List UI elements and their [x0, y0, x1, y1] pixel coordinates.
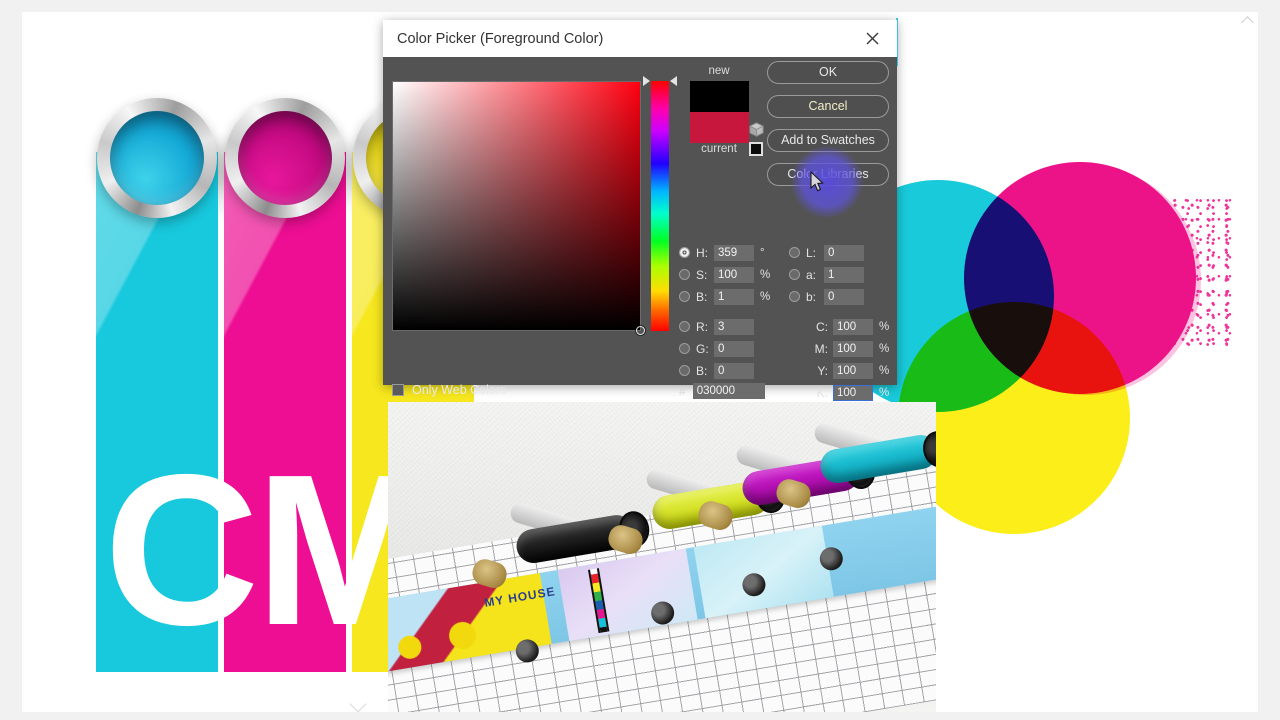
hue-slider[interactable] [643, 76, 677, 331]
swatch-current[interactable] [689, 112, 749, 143]
field-row-k: K: % [795, 383, 889, 402]
hex-symbol-icon: # [679, 384, 686, 398]
field-row-a: a: [789, 265, 864, 284]
unit-c: % [879, 320, 890, 333]
input-s[interactable] [714, 266, 754, 283]
only-web-colors-checkbox[interactable] [392, 384, 404, 396]
hue-gradient[interactable] [651, 81, 669, 331]
saturation-brightness-field[interactable] [392, 81, 645, 335]
radio-g[interactable] [679, 343, 690, 354]
scroll-indicator-icon [1241, 16, 1254, 29]
input-a[interactable] [824, 266, 864, 283]
dialog-actions: OK Cancel Add to Swatches Color Librarie… [767, 61, 889, 197]
label-b-brightness: B: [696, 289, 708, 304]
field-row-g: G: [679, 339, 754, 358]
color-cube-icon [748, 122, 765, 137]
screen-root: CM MY HOUSE Color Picker (Foreground Col… [0, 0, 1280, 720]
color-preview-swatches: new current [683, 65, 765, 159]
unit-m: % [879, 342, 890, 355]
input-h[interactable] [714, 244, 754, 261]
label-b-blue: B: [696, 363, 708, 378]
radio-a[interactable] [789, 269, 800, 280]
add-to-swatches-button[interactable]: Add to Swatches [767, 129, 889, 152]
radio-l[interactable] [789, 247, 800, 258]
radio-b-blue[interactable] [679, 365, 690, 376]
input-b-brightness[interactable] [714, 288, 754, 305]
radio-r[interactable] [679, 321, 690, 332]
input-l[interactable] [824, 244, 864, 261]
paint-can-magenta [225, 98, 345, 218]
cmyk-headline-text: CM [104, 429, 434, 670]
color-libraries-button[interactable]: Color Libraries [767, 163, 889, 186]
label-m: M: [814, 341, 828, 356]
label-k: K: [816, 385, 828, 400]
input-b-blue[interactable] [714, 362, 754, 379]
label-b-lab: b: [806, 289, 817, 304]
unit-s: % [760, 268, 771, 281]
field-row-l: L: [789, 243, 864, 262]
swatch-current-label: current [701, 143, 737, 155]
input-b-lab[interactable] [824, 288, 864, 305]
paint-can-cyan [97, 98, 217, 218]
dialog-body: new current OK Cancel Add to Swatches Co… [383, 57, 897, 401]
printing-press-photo: MY HOUSE [388, 402, 936, 712]
field-row-b-blue: B: [679, 361, 754, 380]
unit-h: ° [760, 246, 765, 259]
sv-selection-marker[interactable] [636, 326, 645, 335]
label-s: S: [696, 267, 708, 282]
can-paint [110, 111, 204, 205]
input-r[interactable] [714, 318, 754, 335]
hue-slider-handle-left[interactable] [643, 76, 650, 86]
input-k[interactable] [833, 384, 873, 401]
cancel-button[interactable]: Cancel [767, 95, 889, 118]
radio-s[interactable] [679, 269, 690, 280]
field-row-c: C: % [795, 317, 889, 336]
only-web-colors-row[interactable]: Only Web Colors [392, 383, 506, 397]
input-c[interactable] [833, 318, 873, 335]
field-row-s: S: % [679, 265, 770, 284]
can-paint [238, 111, 332, 205]
swatch-new-label: new [708, 65, 730, 77]
field-row-m: M: % [795, 339, 889, 358]
radio-b-brightness[interactable] [679, 291, 690, 302]
label-r: R: [696, 319, 708, 334]
out-of-gamut-chip[interactable] [749, 142, 763, 156]
unit-b-brightness: % [760, 290, 771, 303]
label-h: H: [696, 245, 708, 260]
unit-k: % [879, 386, 890, 399]
color-value-fields: H: ° S: % B: % L: [679, 243, 891, 401]
field-row-b-lab: b: [789, 287, 864, 306]
unit-y: % [879, 364, 890, 377]
input-m[interactable] [833, 340, 873, 357]
cmy-overlap-circles [822, 162, 1240, 582]
field-row-r: R: [679, 317, 754, 336]
field-row-b-brightness: B: % [679, 287, 770, 306]
input-y[interactable] [833, 362, 873, 379]
radio-h[interactable] [679, 247, 690, 258]
label-c: C: [816, 319, 828, 334]
dialog-titlebar: Color Picker (Foreground Color) [383, 20, 897, 57]
ok-button[interactable]: OK [767, 61, 889, 84]
radio-b-lab[interactable] [789, 291, 800, 302]
only-web-colors-label: Only Web Colors [412, 383, 507, 397]
label-l: L: [806, 245, 817, 260]
input-g[interactable] [714, 340, 754, 357]
label-a: a: [806, 267, 817, 282]
color-picker-dialog: Color Picker (Foreground Color) new curr… [383, 18, 898, 401]
hex-field-row: # [679, 383, 765, 399]
sv-gradient[interactable] [392, 81, 641, 331]
input-hex[interactable] [692, 383, 765, 399]
label-g: G: [696, 341, 709, 356]
label-y: Y: [817, 363, 828, 378]
swatch-new[interactable] [689, 81, 749, 112]
field-row-y: Y: % [795, 361, 889, 380]
dialog-title: Color Picker (Foreground Color) [397, 30, 604, 47]
field-row-h: H: ° [679, 243, 765, 262]
hue-slider-handle-right[interactable] [670, 76, 677, 86]
close-icon[interactable] [855, 22, 889, 56]
